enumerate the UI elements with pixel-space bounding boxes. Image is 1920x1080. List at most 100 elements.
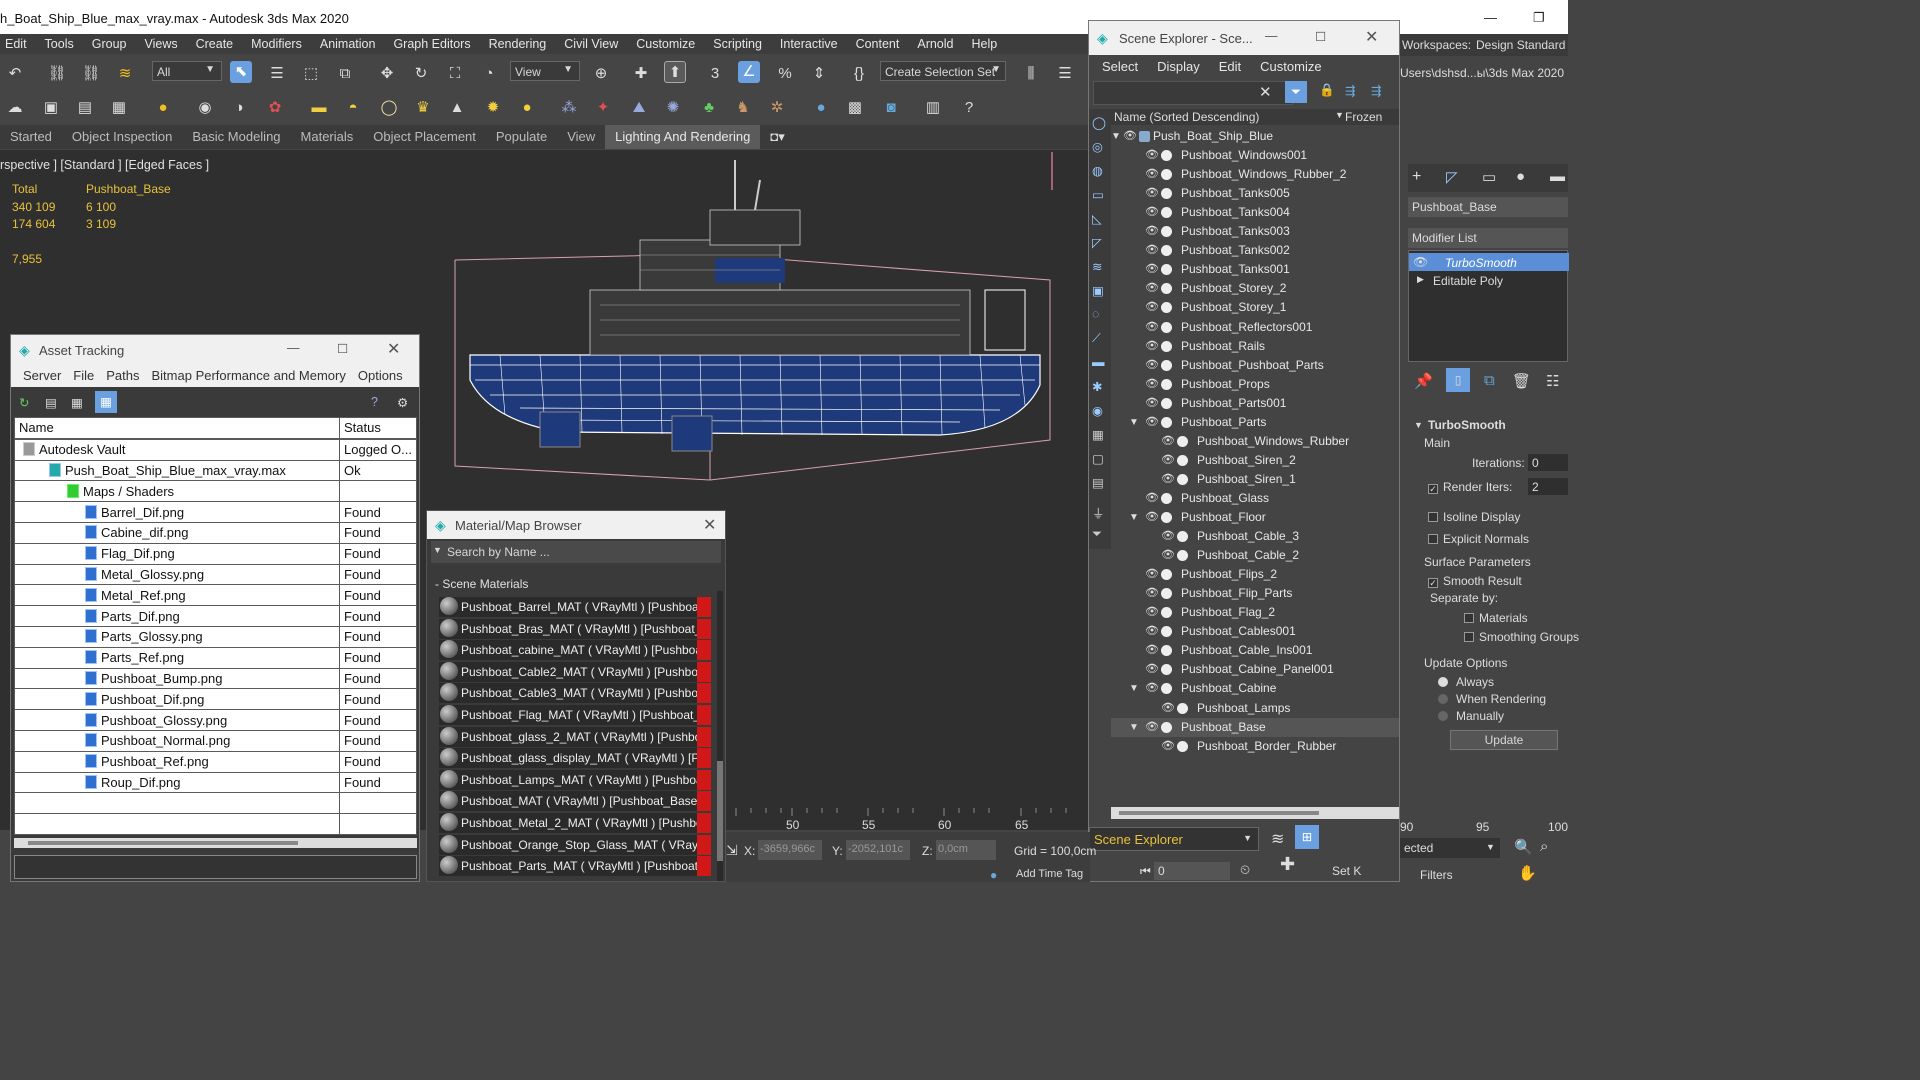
key-mode-icon[interactable]: ✚	[1280, 854, 1295, 875]
select-manipulate-icon[interactable]: ✚	[630, 63, 652, 85]
expand-arrow-icon[interactable]: ▼	[1129, 508, 1139, 527]
scene-horizontal-scrollbar[interactable]	[1111, 807, 1399, 819]
eye-icon[interactable]: 👁	[1145, 279, 1159, 298]
menu-graph-editors[interactable]: Graph Editors	[387, 34, 482, 54]
current-frame-field[interactable]: 0	[1154, 862, 1230, 880]
menu-content[interactable]: Content	[850, 34, 912, 54]
y-coordinate-field[interactable]: -2052,101c	[846, 840, 910, 860]
menu-edit[interactable]: Edit	[1212, 55, 1253, 79]
eye-icon[interactable]: 👁	[1145, 165, 1159, 184]
table-view-icon[interactable]: ▦	[71, 395, 83, 410]
align-icon[interactable]: ☰	[1054, 63, 1076, 85]
absolute-mode-icon[interactable]: ⇲	[726, 842, 738, 859]
tab-materials[interactable]: Materials	[291, 125, 364, 149]
materials-checkbox[interactable]: Materials	[1464, 611, 1528, 625]
scene-tree-item[interactable]: ▼ 👁 Pushboat_Parts	[1111, 413, 1399, 432]
scene-tree-item[interactable]: ▼ 👁 Pushboat_Cabine	[1111, 679, 1399, 698]
display-last-icon[interactable]: ▢	[1092, 451, 1104, 466]
collapse-arrow-icon[interactable]: ▼	[1414, 420, 1423, 430]
ambient-light-icon[interactable]: ●	[516, 97, 538, 119]
unlink-icon[interactable]: ⛓	[80, 63, 102, 85]
selection-filter-dropdown[interactable]: All ▼	[152, 61, 222, 81]
table-row[interactable]: Flag_Dif.png Found	[14, 542, 417, 565]
modify-tab-icon[interactable]: ◸	[1446, 168, 1458, 186]
display-cameras-icon[interactable]: ◸	[1092, 235, 1102, 250]
scene-tree-item[interactable]: 👁 Pushboat_Rails	[1111, 337, 1399, 356]
z-coordinate-field[interactable]: 0,0cm	[936, 840, 996, 860]
eye-icon[interactable]: 👁	[1161, 451, 1175, 470]
add-time-tag[interactable]: Add Time Tag	[1016, 868, 1083, 880]
filters-button[interactable]: Filters	[1420, 868, 1453, 882]
scene-materials-header[interactable]: - Scene Materials	[435, 577, 528, 591]
column-header-status[interactable]: Status	[339, 417, 417, 439]
settings-icon[interactable]: ⚙	[397, 395, 408, 410]
eye-icon[interactable]: 👁	[1145, 203, 1159, 222]
sun-positioner-icon[interactable]: ◑	[228, 97, 250, 119]
filter-toggle-icon[interactable]: ⏚	[1092, 503, 1105, 522]
table-row[interactable]: Pushboat_Glossy.png Found	[14, 709, 417, 731]
angle-snap-icon[interactable]: ∠	[738, 61, 760, 83]
menu-civil-view[interactable]: Civil View	[558, 34, 630, 54]
clipper-icon[interactable]: ✲	[766, 97, 788, 119]
percent-snap-icon[interactable]: %	[774, 63, 796, 85]
display-frozen-icon[interactable]: ◉	[1092, 403, 1103, 418]
mirror-icon[interactable]: ⫼	[1020, 63, 1042, 85]
scene-tree-item[interactable]: 👁 Pushboat_Tanks001	[1111, 260, 1399, 279]
eye-icon[interactable]: 👁	[1161, 470, 1175, 489]
menu-options[interactable]: Options	[352, 365, 409, 387]
scene-tree-item[interactable]: 👁 Pushboat_Pushboat_Parts	[1111, 356, 1399, 375]
light-lister-icon[interactable]: ●	[152, 97, 174, 119]
scene-tree-item[interactable]: 👁 Pushboat_Reflectors001	[1111, 318, 1399, 337]
update-manually-radio[interactable]: Manually	[1438, 709, 1504, 723]
minimize-button[interactable]: —	[1484, 10, 1497, 25]
scale-icon[interactable]: ⛶	[444, 63, 466, 85]
eye-icon[interactable]: 👁	[1145, 375, 1159, 394]
display-lights-icon[interactable]: ◺	[1092, 211, 1102, 226]
expand-all-icon[interactable]: ⇶	[1371, 83, 1381, 98]
scene-tree-item[interactable]: 👁 Pushboat_Tanks003	[1111, 222, 1399, 241]
scene-tree-item[interactable]: 👁 Pushboat_Lamps	[1111, 699, 1399, 718]
scene-tree-item[interactable]: 👁 Pushboat_Tanks002	[1111, 241, 1399, 260]
eye-icon[interactable]: 👁	[1145, 565, 1159, 584]
display-groups-icon[interactable]: ◌	[1092, 307, 1099, 321]
spinner-snap-icon[interactable]: ⇕	[808, 63, 830, 85]
hierarchy-toggle-icon[interactable]: ⊞	[1295, 825, 1319, 849]
show-end-result-icon[interactable]: ▯	[1446, 368, 1470, 392]
close-icon[interactable]: ✕	[703, 515, 716, 535]
render-iters-spinner[interactable]: 2	[1528, 478, 1568, 495]
horizontal-scrollbar[interactable]	[14, 838, 417, 848]
scene-tree-item[interactable]: 👁 Pushboat_Parts001	[1111, 394, 1399, 413]
material-item[interactable]: Pushboat_glass_display_MAT ( VRayMtl ) […	[439, 748, 711, 769]
scene-tree-item[interactable]: 👁 Pushboat_Tanks004	[1111, 203, 1399, 222]
table-row[interactable]: Pushboat_Ref.png Found	[14, 750, 417, 773]
menu-bitmap-performance[interactable]: Bitmap Performance and Memory	[146, 365, 352, 387]
update-when-rendering-radio[interactable]: When Rendering	[1438, 692, 1546, 706]
scene-tree-item[interactable]: 👁 Pushboat_Flag_2	[1111, 603, 1399, 622]
named-selection-set-dropdown[interactable]: Create Selection Set ▼	[880, 61, 1006, 81]
display-children-icon[interactable]: ▤	[1092, 475, 1104, 490]
update-button[interactable]: Update	[1450, 730, 1558, 750]
material-item[interactable]: Pushboat_cabine_MAT ( VRayMtl ) [Pushboa…	[439, 640, 711, 661]
eye-icon[interactable]: 👁	[1123, 127, 1137, 146]
menu-create[interactable]: Create	[190, 34, 246, 54]
display-all-icon[interactable]: ◎	[1092, 139, 1103, 154]
scene-tree-item[interactable]: 👁 Pushboat_Storey_2	[1111, 279, 1399, 298]
eye-icon[interactable]: 👁	[1145, 146, 1159, 165]
smoothing-groups-checkbox[interactable]: Smoothing Groups	[1464, 630, 1579, 644]
keyboard-shortcut-icon[interactable]: ⬆	[664, 61, 686, 83]
turbosmooth-rollout[interactable]: TurboSmooth	[1428, 418, 1506, 432]
scene-tree-item[interactable]: 👁 Pushboat_Windows_Rubber_2	[1111, 165, 1399, 184]
scene-tree-item[interactable]: 👁 Pushboat_Siren_2	[1111, 451, 1399, 470]
table-row[interactable]: Maps / Shaders	[14, 480, 417, 503]
material-item[interactable]: Pushboat_Cable2_MAT ( VRayMtl ) [Pushboa…	[439, 661, 711, 682]
plane-light-icon[interactable]: ▬	[308, 97, 330, 119]
pivot-center-icon[interactable]: ⊕	[590, 63, 612, 85]
minimize-icon[interactable]: —	[1265, 29, 1278, 43]
menu-server[interactable]: Server	[17, 365, 67, 387]
menu-interactive[interactable]: Interactive	[774, 34, 850, 54]
menu-modifiers[interactable]: Modifiers	[245, 34, 314, 54]
camera-icon[interactable]: ◉	[194, 97, 216, 119]
menu-views[interactable]: Views	[138, 34, 189, 54]
vray-icon[interactable]: ✿	[264, 97, 286, 119]
menu-paths[interactable]: Paths	[100, 365, 145, 387]
